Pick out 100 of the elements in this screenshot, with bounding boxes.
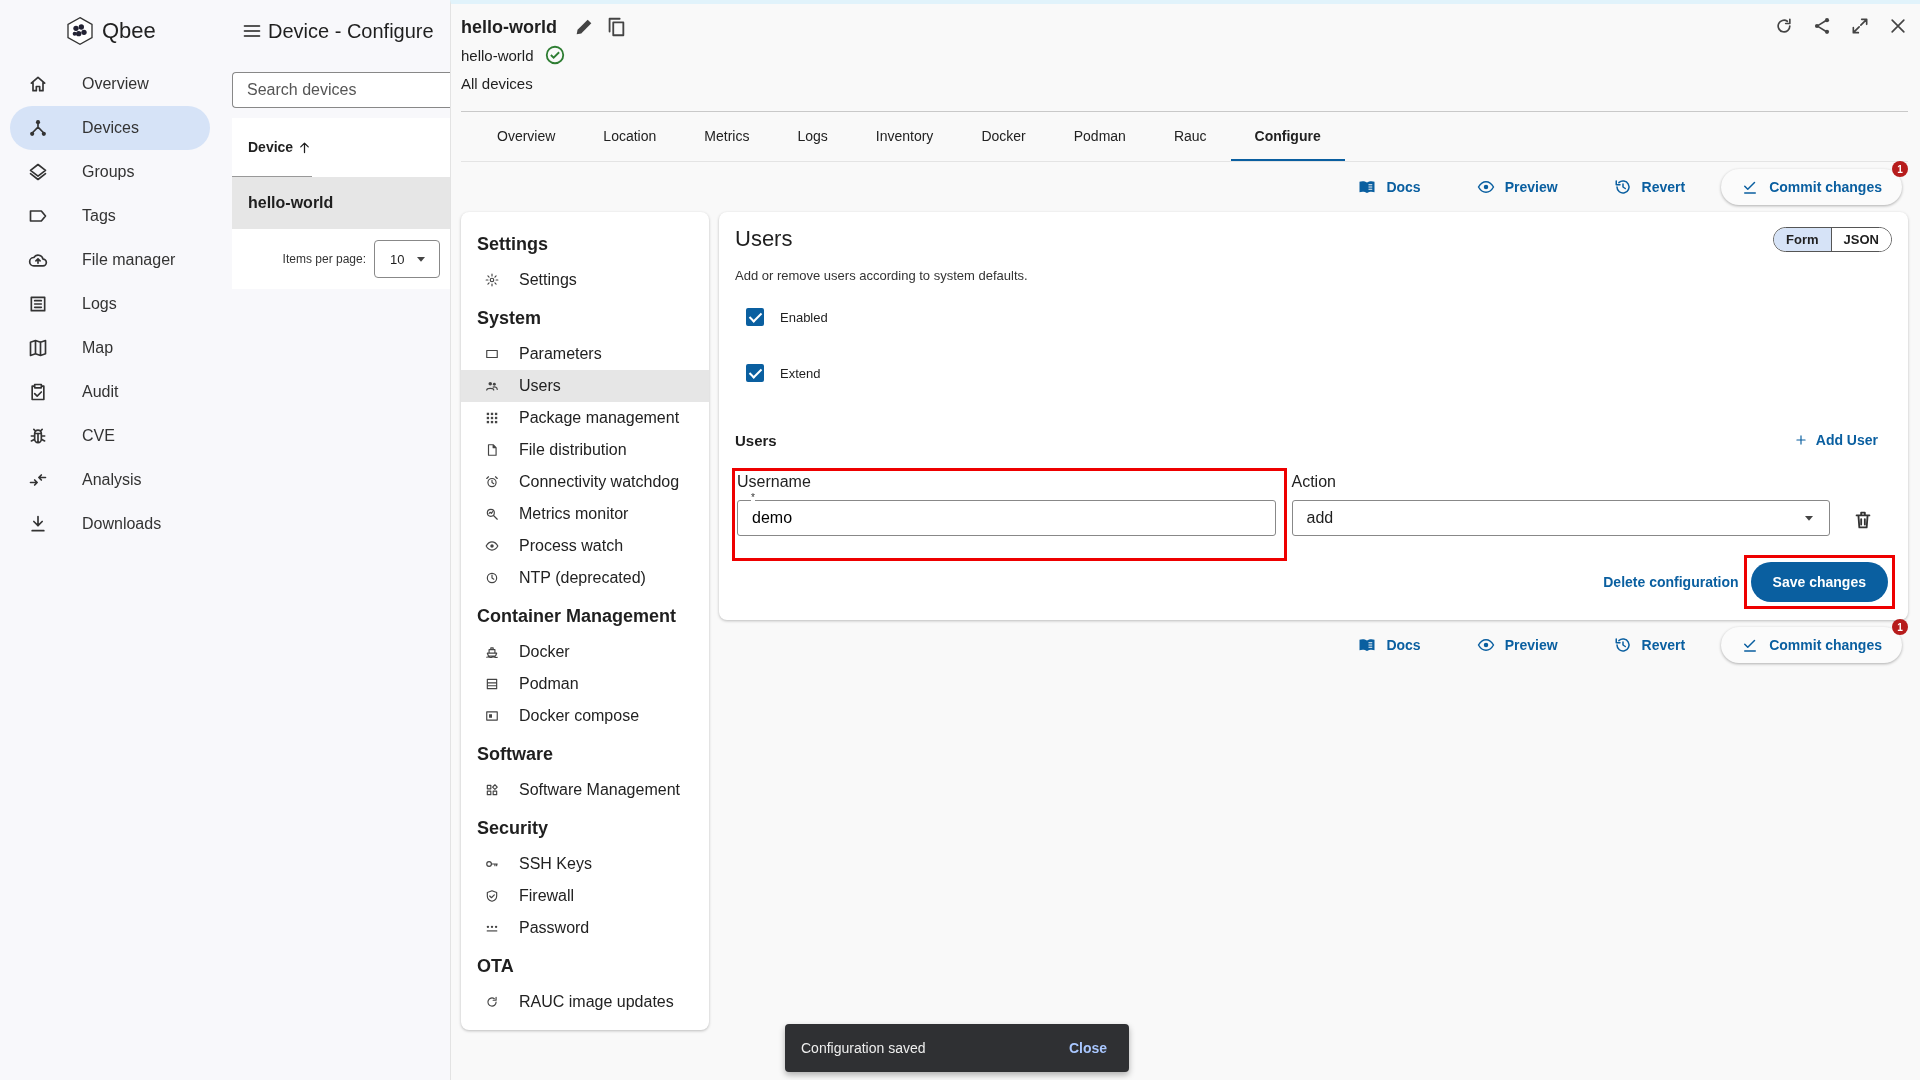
- shield-icon: [485, 889, 499, 903]
- action-link[interactable]: Docs: [1338, 169, 1441, 205]
- hexagon-logo-icon: [64, 15, 96, 47]
- settings-nav-item[interactable]: Package management: [461, 402, 709, 434]
- nav-item[interactable]: Devices: [10, 106, 210, 150]
- settings-nav-item[interactable]: Docker: [461, 636, 709, 668]
- settings-nav-item[interactable]: Docker compose: [461, 700, 709, 732]
- device-title: hello-world: [461, 16, 557, 38]
- home-icon: [28, 74, 48, 94]
- view-toggle-button[interactable]: Form: [1774, 227, 1831, 251]
- action-link[interactable]: Preview: [1456, 169, 1578, 205]
- section-heading: OTA: [476, 954, 515, 978]
- action-link[interactable]: Docs: [1338, 627, 1441, 663]
- action-link[interactable]: Revert: [1593, 627, 1706, 663]
- bug-icon: [28, 426, 48, 446]
- checkbox[interactable]: [746, 308, 764, 326]
- settings-nav-item[interactable]: NTP (deprecated): [461, 562, 709, 594]
- share-icon[interactable]: [1812, 16, 1832, 36]
- expand-icon[interactable]: [1850, 16, 1870, 36]
- clock-icon: [485, 571, 499, 585]
- settings-nav-item[interactable]: Connectivity watchdog: [461, 466, 709, 498]
- nav-item[interactable]: Audit: [10, 370, 210, 414]
- nav-item[interactable]: Overview: [10, 62, 210, 106]
- required-mark: *: [751, 493, 755, 503]
- items-per-page-label: Items per page:: [282, 252, 366, 266]
- tab[interactable]: Location: [579, 112, 681, 161]
- nav-item[interactable]: Map: [10, 326, 210, 370]
- search-field[interactable]: Search devices: [232, 72, 450, 108]
- book-icon: [1358, 178, 1377, 196]
- tab[interactable]: Inventory: [851, 112, 958, 161]
- plus-icon: [1793, 433, 1808, 447]
- settings-nav-item[interactable]: Metrics monitor: [461, 498, 709, 530]
- breadcrumb-link[interactable]: All devices: [461, 75, 627, 92]
- settings-nav-item[interactable]: Parameters: [461, 338, 709, 370]
- tab[interactable]: Overview: [473, 112, 580, 161]
- field-label: Username: [737, 473, 812, 491]
- action-select[interactable]: add: [1291, 500, 1830, 536]
- book-icon: [1358, 636, 1377, 654]
- tab[interactable]: Logs: [773, 112, 852, 161]
- nodes-icon: [28, 118, 48, 138]
- tab[interactable]: Podman: [1049, 112, 1150, 161]
- section-heading: Container Management: [476, 604, 678, 628]
- save-button[interactable]: Save changes: [1750, 562, 1888, 602]
- close-link[interactable]: Close: [1068, 1040, 1107, 1056]
- settings-nav-item[interactable]: Settings: [461, 264, 709, 296]
- device-row[interactable]: hello-world: [232, 177, 450, 229]
- device-name: hello-world: [461, 46, 534, 64]
- form-title: Users: [735, 226, 793, 252]
- settings-nav-item[interactable]: Users: [461, 370, 709, 402]
- alarm-clock-icon: [485, 475, 499, 489]
- checkbox[interactable]: [746, 364, 764, 382]
- settings-nav-item[interactable]: File distribution: [461, 434, 709, 466]
- settings-nav-item[interactable]: Podman: [461, 668, 709, 700]
- section-heading: Software: [476, 742, 555, 766]
- nav-item[interactable]: CVE: [10, 414, 210, 458]
- items-per-page-select[interactable]: 10: [374, 240, 440, 278]
- tab[interactable]: Docker: [957, 112, 1050, 161]
- view-toggle-button[interactable]: JSON: [1830, 227, 1891, 251]
- window-icon: [485, 709, 499, 723]
- delete-configuration-link[interactable]: Delete configuration: [1603, 574, 1739, 590]
- nav-item[interactable]: Groups: [10, 150, 210, 194]
- nav-item[interactable]: Downloads: [10, 502, 210, 546]
- history-icon: [1613, 178, 1632, 196]
- page-title: Device - Configure: [268, 19, 434, 43]
- snackbar-message: Configuration saved: [801, 1040, 926, 1056]
- nav-item[interactable]: Analysis: [10, 458, 210, 502]
- settings-nav-item[interactable]: Software Management: [461, 774, 709, 806]
- people-icon: [485, 379, 499, 393]
- settings-nav-item[interactable]: Password: [461, 912, 709, 944]
- settings-nav-item[interactable]: Firewall: [461, 880, 709, 912]
- action-link[interactable]: Preview: [1456, 627, 1578, 663]
- clipboard-check-icon: [28, 382, 48, 402]
- section-heading: System: [476, 306, 543, 330]
- close-icon[interactable]: [1888, 16, 1908, 36]
- settings-nav-item[interactable]: Process watch: [461, 530, 709, 562]
- settings-nav-item[interactable]: SSH Keys: [461, 848, 709, 880]
- description-text: Add or remove users according to system defaults.: [735, 268, 1029, 283]
- count-badge: 1: [1892, 619, 1908, 635]
- eye-icon: [485, 539, 499, 553]
- nav-item[interactable]: Logs: [10, 282, 210, 326]
- file-icon: [485, 443, 499, 457]
- ship-icon: [485, 645, 499, 659]
- section-heading: Security: [476, 816, 550, 840]
- logo-text: Qbee: [102, 18, 156, 44]
- tab[interactable]: Rauc: [1149, 112, 1231, 161]
- eye-icon: [1476, 636, 1495, 654]
- username-field[interactable]: demo: [737, 500, 1276, 536]
- tab[interactable]: Configure: [1230, 112, 1345, 161]
- list-box-icon: [485, 677, 499, 691]
- section-heading: Settings: [476, 232, 549, 256]
- nav-item[interactable]: Tags: [10, 194, 210, 238]
- refresh-icon[interactable]: [1774, 16, 1794, 36]
- layers-icon: [28, 162, 48, 182]
- add-user-link[interactable]: Add User: [1793, 432, 1878, 448]
- tab[interactable]: Metrics: [680, 112, 774, 161]
- action-link[interactable]: Revert: [1593, 169, 1706, 205]
- settings-nav-item[interactable]: RAUC image updates: [461, 986, 709, 1018]
- download-icon: [28, 514, 48, 534]
- nav-item[interactable]: File manager: [10, 238, 210, 282]
- list-icon: [28, 294, 48, 314]
